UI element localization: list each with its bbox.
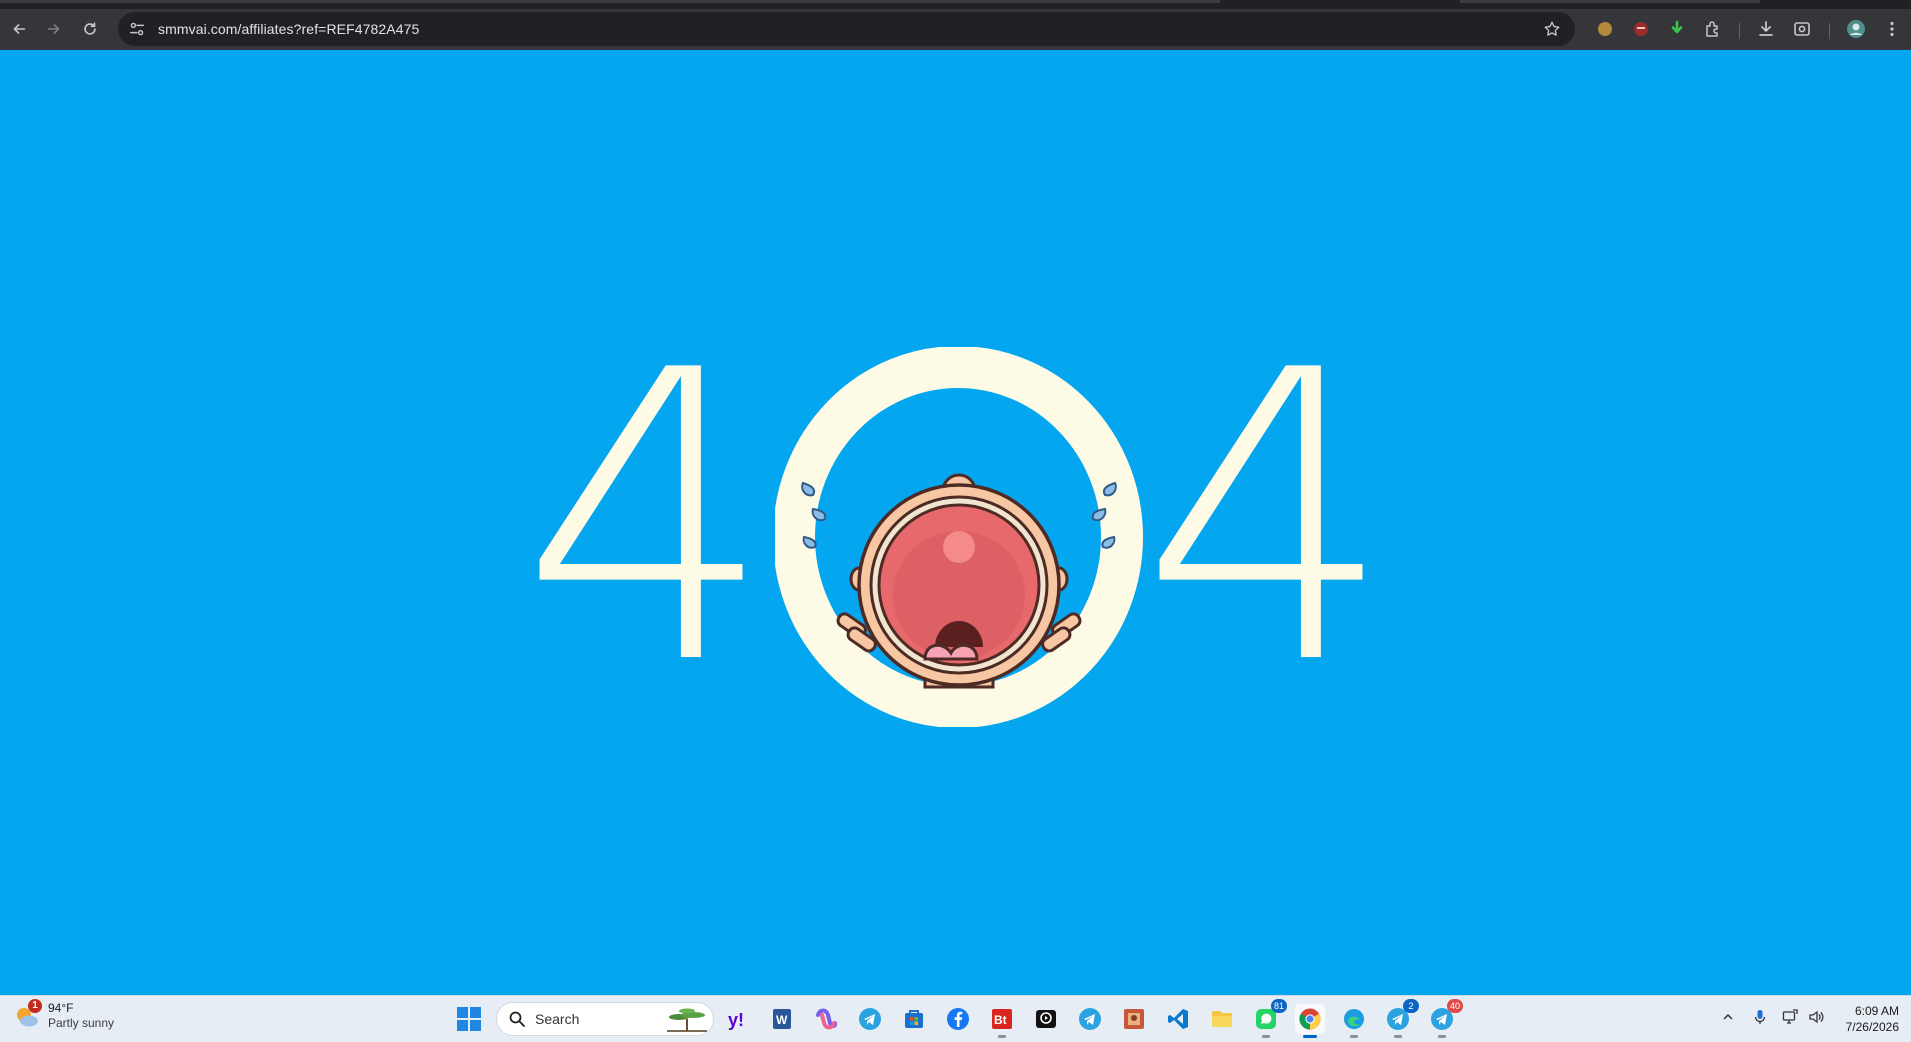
taskbar-app-media[interactable] bbox=[1031, 1004, 1061, 1034]
menu-kebab-icon[interactable] bbox=[1882, 19, 1902, 39]
microsoft-store-icon bbox=[905, 1010, 923, 1028]
clock-time: 6:09 AM bbox=[1854, 1004, 1899, 1018]
taskbar-app-telegram-2[interactable] bbox=[1075, 1004, 1105, 1034]
partly-sunny-icon: 1 bbox=[14, 999, 42, 1029]
whatsapp-badge: 81 bbox=[1271, 999, 1287, 1013]
taskbar-app-vscode[interactable] bbox=[1163, 1004, 1193, 1034]
telegram-icon bbox=[859, 1008, 881, 1030]
telegram-badge: 2 bbox=[1403, 999, 1419, 1013]
search-icon bbox=[509, 1011, 525, 1027]
reload-icon bbox=[84, 22, 96, 35]
taskbar-app-chrome[interactable] bbox=[1295, 1004, 1325, 1038]
svg-text:Bt: Bt bbox=[994, 1013, 1007, 1027]
clock-date: 7/26/2026 bbox=[1845, 1020, 1899, 1034]
taskbar-app-facebook[interactable] bbox=[943, 1004, 973, 1034]
forward-button[interactable] bbox=[40, 15, 68, 43]
weather-widget[interactable]: 1 94°F Partly sunny bbox=[14, 999, 115, 1031]
screenshot-icon[interactable] bbox=[1792, 19, 1812, 39]
facebook-icon bbox=[947, 1008, 969, 1030]
search-label: Search bbox=[535, 1011, 580, 1027]
digit-four-right: 4 bbox=[1140, 287, 1395, 752]
browser-toolbar: smmvai.com/affiliates?ref=REF4782A475 bbox=[0, 0, 1911, 50]
back-button[interactable] bbox=[5, 15, 33, 43]
search-highlight-tree-icon bbox=[667, 1008, 707, 1032]
volume-icon[interactable] bbox=[1807, 1008, 1825, 1026]
taskbar-app-store[interactable] bbox=[899, 1004, 929, 1034]
photo-app-icon bbox=[1124, 1009, 1144, 1029]
app-badge: 40 bbox=[1447, 999, 1463, 1013]
network-icon[interactable] bbox=[1781, 1008, 1799, 1026]
taskbar-app-word[interactable]: W bbox=[767, 1004, 797, 1034]
digit-four-left: 4 bbox=[520, 287, 775, 752]
taskbar-app-file-explorer[interactable] bbox=[1207, 1004, 1237, 1034]
site-settings-icon[interactable] bbox=[128, 20, 146, 38]
system-clock[interactable]: 6:09 AM 7/26/2026 bbox=[1846, 1003, 1899, 1035]
extension-download-icon[interactable] bbox=[1667, 19, 1687, 39]
taskbar-app-edge[interactable] bbox=[1339, 1004, 1369, 1038]
taskbar-app-yahoo[interactable]: y! bbox=[723, 1004, 753, 1034]
weather-temperature: 94°F bbox=[48, 1001, 74, 1015]
taskbar-app-telegram[interactable] bbox=[855, 1004, 885, 1034]
yahoo-icon: y! bbox=[728, 1010, 744, 1030]
downloads-icon[interactable] bbox=[1756, 19, 1776, 39]
address-bar[interactable]: smmvai.com/affiliates?ref=REF4782A475 bbox=[118, 12, 1575, 46]
taskbar-search[interactable]: Search bbox=[496, 1002, 714, 1036]
digit-zero-crying-face bbox=[775, 347, 1143, 727]
taskbar-app-photo[interactable] bbox=[1119, 1004, 1149, 1034]
svg-text:y!: y! bbox=[728, 1010, 744, 1030]
extension-circle-icon[interactable] bbox=[1595, 19, 1615, 39]
svg-text:W: W bbox=[776, 1013, 788, 1027]
windows-taskbar: 1 94°F Partly sunny Search y! W Bt 81 2 … bbox=[0, 995, 1911, 1042]
bt-app-icon: Bt bbox=[992, 1009, 1012, 1029]
media-app-icon bbox=[1036, 1010, 1056, 1028]
telegram-icon bbox=[1079, 1008, 1101, 1030]
reload-button[interactable] bbox=[76, 15, 104, 43]
tab-strip bbox=[0, 0, 1911, 9]
error-page: 4 4 bbox=[0, 50, 1911, 995]
word-icon: W bbox=[773, 1009, 791, 1029]
extensions-puzzle-icon[interactable] bbox=[1703, 19, 1723, 39]
toolbar-divider bbox=[1739, 23, 1740, 39]
folder-icon bbox=[1212, 1011, 1232, 1027]
copilot-icon bbox=[816, 1008, 838, 1030]
arrow-right-icon bbox=[47, 24, 60, 34]
microphone-icon[interactable] bbox=[1751, 1008, 1769, 1026]
show-hidden-icons-chevron-icon[interactable] bbox=[1719, 1008, 1737, 1026]
taskbar-app-copilot[interactable] bbox=[811, 1004, 841, 1034]
toolbar-divider bbox=[1829, 23, 1830, 39]
edge-icon bbox=[1344, 1009, 1364, 1029]
extension-mask-icon[interactable] bbox=[1631, 19, 1651, 39]
taskbar-app-telegram-3[interactable]: 2 bbox=[1383, 999, 1419, 1038]
url-text[interactable]: smmvai.com/affiliates?ref=REF4782A475 bbox=[158, 21, 419, 37]
windows-start-icon[interactable] bbox=[456, 1006, 482, 1032]
arrow-left-icon bbox=[13, 24, 26, 34]
weather-condition: Partly sunny bbox=[48, 1016, 115, 1030]
profile-avatar[interactable] bbox=[1846, 19, 1866, 39]
bookmark-star-icon[interactable] bbox=[1543, 20, 1561, 38]
vscode-icon bbox=[1168, 1009, 1188, 1029]
taskbar-app-whatsapp[interactable]: 81 bbox=[1251, 999, 1287, 1038]
chrome-icon bbox=[1299, 1008, 1321, 1030]
taskbar-app-bt[interactable]: Bt bbox=[987, 1004, 1017, 1038]
taskbar-app-telegram-4[interactable]: 40 bbox=[1427, 999, 1463, 1038]
weather-alert-badge: 1 bbox=[28, 999, 42, 1013]
